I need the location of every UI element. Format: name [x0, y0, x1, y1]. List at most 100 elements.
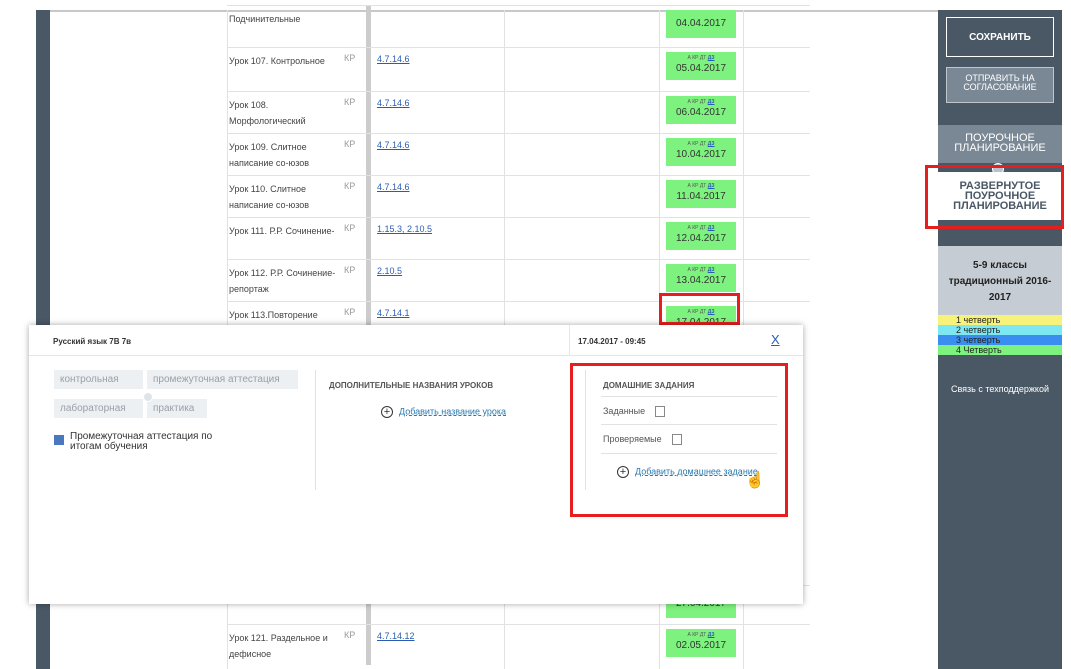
flag-a: А — [687, 99, 691, 105]
highlight-date-cell — [659, 293, 740, 325]
flag-kr: КР — [692, 55, 699, 61]
lesson-modal: Русский язык 7В 7в 17.04.2017 - 09:45 X … — [29, 325, 803, 604]
lesson-date: 02.05.2017 — [675, 640, 727, 651]
flag-kr: КР — [692, 225, 699, 231]
flag-a: А — [687, 632, 691, 638]
lesson-name: Урок 108. Морфологический — [229, 100, 306, 126]
flag-dz[interactable]: ДЗ — [708, 267, 715, 273]
lesson-date-cell[interactable]: А КР ДТ ДЗ 12.04.2017 — [666, 222, 736, 250]
quarter-2[interactable]: 2 четверть — [938, 325, 1062, 335]
checkbox[interactable] — [54, 435, 64, 445]
standard-code-link[interactable]: 4.7.14.6 — [377, 140, 410, 150]
flag-a: А — [687, 267, 691, 273]
lesson-date-cell[interactable]: А КР ДТ ДЗ 05.04.2017 — [666, 52, 736, 80]
tag-laboratory[interactable]: лабораторная — [54, 399, 143, 418]
lesson-type: КР — [344, 181, 356, 191]
column-divider — [315, 370, 316, 490]
flag-dz[interactable]: ДЗ — [708, 99, 715, 105]
lesson-type: КР — [344, 53, 356, 63]
tag-practice[interactable]: практика — [147, 399, 207, 418]
lesson-date: 12.04.2017 — [675, 233, 727, 244]
lesson-date: 10.04.2017 — [675, 149, 727, 160]
standard-code-link[interactable]: 1.15.3, 2.10.5 — [377, 224, 432, 234]
row-marker — [366, 176, 371, 218]
lesson-date-cell[interactable]: А КР ДТ ДЗ 13.04.2017 — [666, 264, 736, 292]
add-lesson-name-link[interactable]: + Добавить название урока — [381, 406, 506, 418]
standard-code-link[interactable]: 2.10.5 — [377, 266, 402, 276]
flag-dt: ДТ — [699, 183, 707, 189]
flag-dt: ДТ — [699, 99, 707, 105]
date-cell-flags: А КР ДТ ДЗ — [666, 264, 736, 275]
highlight-homework — [570, 363, 788, 517]
quarter-1[interactable]: 1 четверть — [938, 315, 1062, 325]
flag-dt: ДТ — [699, 225, 707, 231]
flag-a: А — [687, 141, 691, 147]
lesson-name: Урок 121. Раздельное и дефисное — [229, 633, 328, 659]
table-row: Урок 121. Раздельное и дефисное КР 4.7.14.… — [227, 624, 810, 665]
lesson-date-cell[interactable]: А КР ДТ ДЗ 10.04.2017 — [666, 138, 736, 166]
lesson-date: 11.04.2017 — [676, 191, 726, 202]
row-marker — [366, 6, 371, 48]
send-for-approval-button[interactable]: ОТПРАВИТЬ НА СОГЛАСОВАНИЕ — [946, 67, 1054, 103]
quarter-3[interactable]: 3 четверть — [938, 335, 1062, 345]
standard-code-link[interactable]: 4.7.14.12 — [377, 631, 415, 641]
modal-header-line — [29, 355, 803, 356]
lesson-date-cell[interactable]: А КР ДТ ДЗ 11.04.2017 — [666, 180, 736, 208]
flag-dz[interactable]: ДЗ — [708, 183, 715, 189]
save-button[interactable]: СОХРАНИТЬ — [946, 17, 1054, 57]
support-link[interactable]: Связь с техподдержкой — [938, 384, 1062, 394]
flag-dz[interactable]: ДЗ — [708, 632, 715, 638]
date-cell-flags: А КР ДТ ДЗ — [666, 52, 736, 63]
flag-dz[interactable]: ДЗ — [708, 141, 715, 147]
lesson-name: Урок 107. Контрольное — [229, 56, 325, 66]
table-row: Урок 108. Морфологический КР 4.7.14.6 А КР … — [227, 91, 810, 134]
quarter-4[interactable]: 4 Четверть — [938, 345, 1062, 355]
row-marker — [366, 260, 371, 302]
lesson-date-cell[interactable]: 04.04.2017 — [666, 10, 736, 38]
lesson-date: 13.04.2017 — [675, 275, 727, 286]
lesson-planning-toggle[interactable]: ПОУРОЧНОЕ ПЛАНИРОВАНИЕ — [938, 125, 1062, 163]
date-cell-flags: А КР ДТ ДЗ — [666, 96, 736, 107]
standard-code-link[interactable]: 4.7.14.6 — [377, 54, 410, 64]
lesson-date: 05.04.2017 — [675, 63, 727, 74]
flag-a: А — [687, 183, 691, 189]
tag-control[interactable]: контрольная — [54, 370, 143, 389]
flag-dz[interactable]: ДЗ — [708, 55, 715, 61]
lesson-name: Подчинительные — [229, 14, 301, 24]
modal-title: Русский язык 7В 7в — [53, 337, 132, 346]
lesson-type: КР — [344, 630, 356, 640]
close-icon[interactable]: X — [771, 332, 780, 347]
table-row: Урок 111. Р.Р. Сочинение- КР 1.15.3, 2.10.… — [227, 217, 810, 260]
flag-dt: ДТ — [699, 55, 707, 61]
tag-interim-attestation[interactable]: промежуточная аттестация — [147, 370, 298, 389]
lesson-date: 04.04.2017 — [675, 18, 727, 29]
row-marker — [366, 48, 371, 92]
standard-code-link[interactable]: 4.7.14.1 — [377, 308, 410, 318]
quarter-label: 2 четверть — [956, 325, 1001, 335]
lesson-date-cell[interactable]: А КР ДТ ДЗ 06.04.2017 — [666, 96, 736, 124]
lesson-name: Урок 112. Р.Р. Сочинение-репортаж — [229, 268, 336, 294]
date-cell-flags: А КР ДТ ДЗ — [666, 222, 736, 233]
row-marker — [366, 625, 371, 665]
page: Подчинительные 04.04.2017 Урок 107. Контро… — [0, 0, 1071, 669]
standard-code-link[interactable]: 4.7.14.6 — [377, 98, 410, 108]
flag-dz[interactable]: ДЗ — [708, 225, 715, 231]
flag-kr: КР — [692, 183, 699, 189]
checkbox-label: Промежуточная аттестация по итогам обуче… — [70, 431, 213, 452]
flag-a: А — [687, 55, 691, 61]
quarter-label: 1 четверть — [956, 315, 1001, 325]
flag-dt: ДТ — [699, 632, 707, 638]
lesson-name: Урок 111. Р.Р. Сочинение- — [229, 226, 335, 236]
row-marker — [366, 92, 371, 134]
table-row: Подчинительные 04.04.2017 — [227, 5, 810, 48]
lesson-type: КР — [344, 97, 356, 107]
standard-code-link[interactable]: 4.7.14.6 — [377, 182, 410, 192]
modal-header-divider — [569, 325, 570, 355]
lesson-type: КР — [344, 265, 356, 275]
lesson-date-cell[interactable]: А КР ДТ ДЗ 02.05.2017 — [666, 629, 736, 657]
lesson-type: КР — [344, 223, 356, 233]
flag-kr: КР — [692, 141, 699, 147]
quarter-label: 3 четверть — [956, 335, 1001, 345]
extra-names-title: ДОПОЛНИТЕЛЬНЫЕ НАЗВАНИЯ УРОКОВ — [329, 381, 494, 390]
table-row: Урок 109. Слитное написание со-юзов КР 4.7… — [227, 133, 810, 176]
